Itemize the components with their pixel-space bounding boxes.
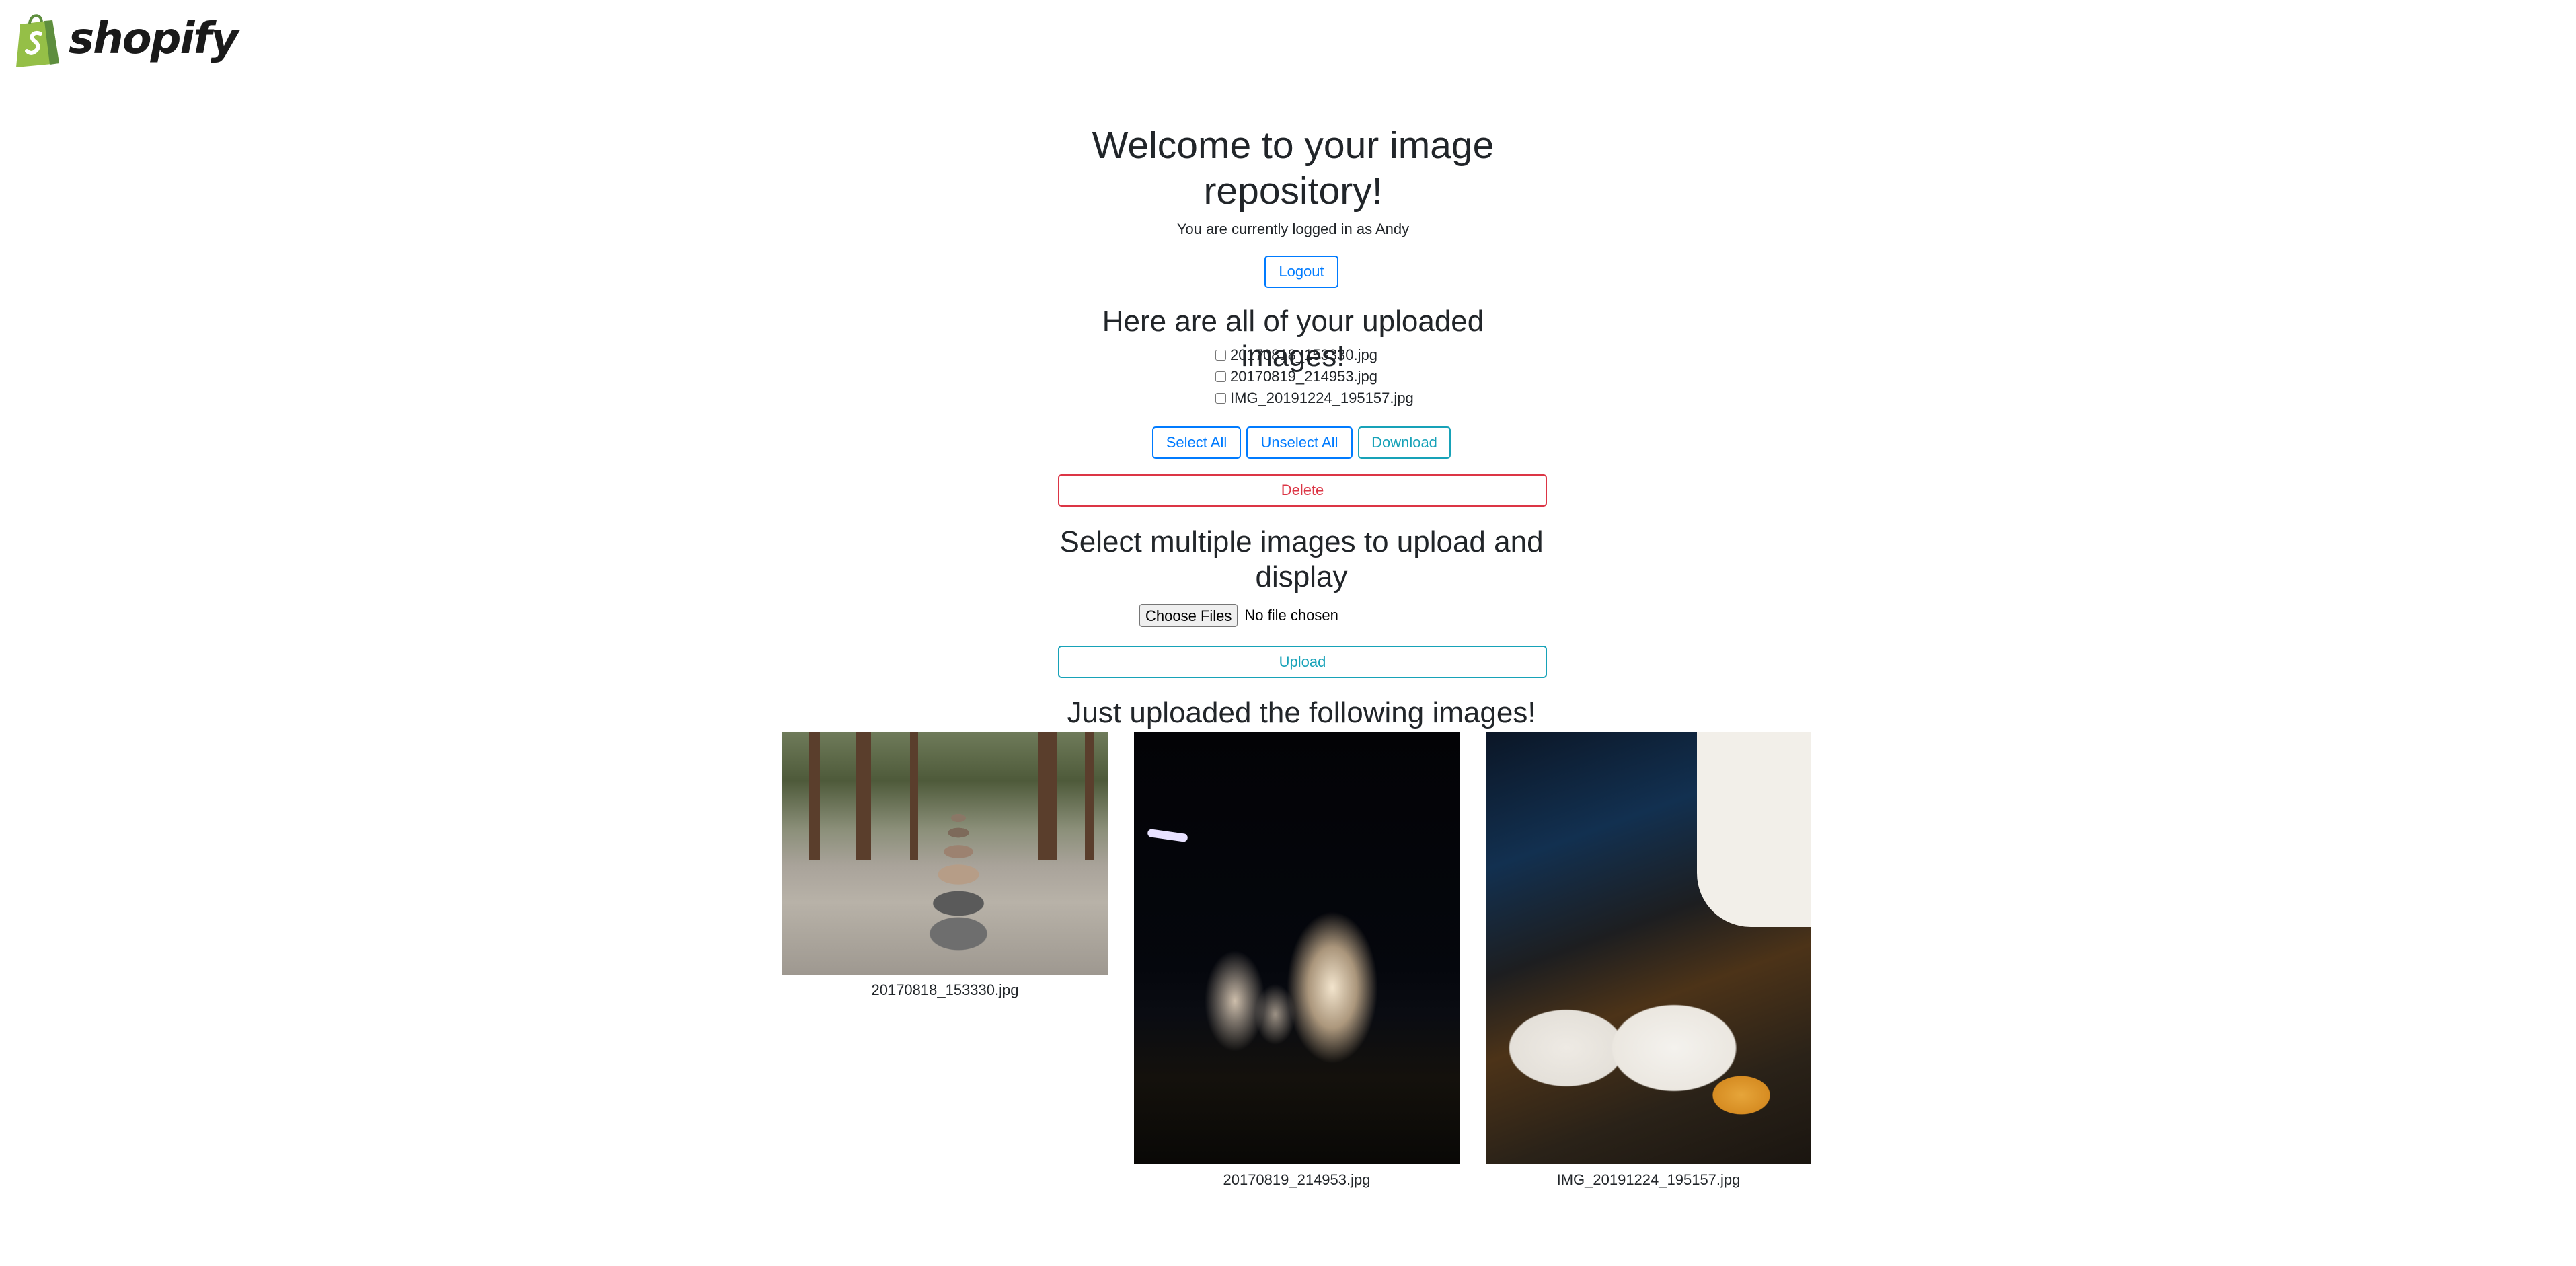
uploaded-file-list: 20170818_153330.jpg 20170819_214953.jpg … [1215,344,1414,409]
file-name: 20170818_153330.jpg [1230,346,1378,363]
file-checkbox[interactable] [1215,393,1226,404]
image-caption: 20170819_214953.jpg [1223,1171,1371,1188]
login-status: You are currently logged in as Andy [1176,221,1410,237]
file-checkbox[interactable] [1215,350,1226,361]
image-caption: IMG_20191224_195157.jpg [1556,1171,1741,1188]
select-all-button[interactable]: Select All [1152,426,1241,459]
file-picker[interactable]: Choose Files No file chosen [1139,604,1338,627]
unselect-all-button[interactable]: Unselect All [1246,426,1353,459]
file-row[interactable]: 20170819_214953.jpg [1215,366,1414,387]
recent-uploads-heading: Just uploaded the following images! [1067,696,1536,729]
file-name: 20170819_214953.jpg [1230,368,1378,385]
upload-heading: Select multiple images to upload and dis… [1059,525,1544,593]
uploaded-image-cairn [782,732,1108,975]
upload-button[interactable]: Upload [1058,646,1547,678]
file-name: IMG_20191224_195157.jpg [1230,389,1414,406]
logout-button[interactable]: Logout [1264,256,1338,288]
file-row[interactable]: IMG_20191224_195157.jpg [1215,387,1414,409]
shopify-logo[interactable]: shopify [13,11,239,67]
file-row[interactable]: 20170818_153330.jpg [1215,344,1414,366]
page-title: Welcome to your image repository! [1092,124,1494,213]
image-caption: 20170818_153330.jpg [871,981,1019,998]
file-checkbox[interactable] [1215,371,1226,382]
delete-button[interactable]: Delete [1058,474,1547,507]
choose-files-button[interactable]: Choose Files [1139,604,1238,627]
uploaded-image-dinner [1486,732,1811,1164]
uploaded-image-fountain [1134,732,1460,1164]
shopify-bag-icon [16,14,59,67]
shopify-wordmark: shopify [69,14,239,64]
no-file-chosen-text: No file chosen [1244,607,1338,624]
download-button[interactable]: Download [1358,426,1451,459]
